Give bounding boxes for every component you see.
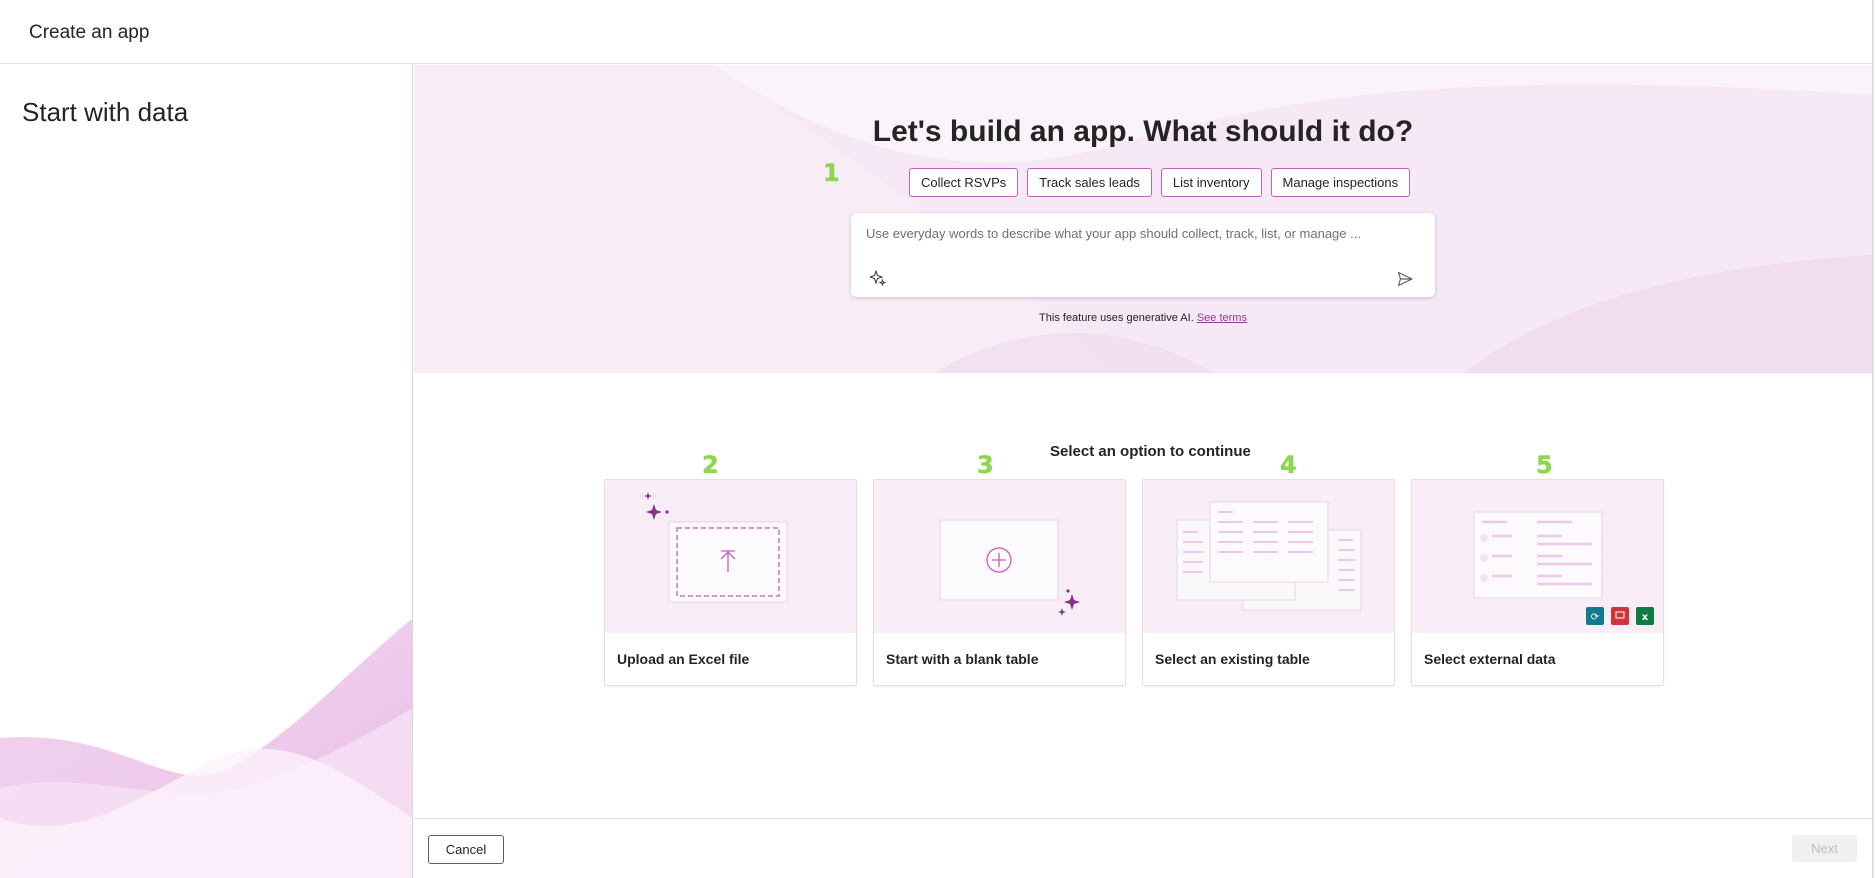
card-label: Select external data: [1424, 651, 1556, 667]
sparkle-icon[interactable]: [870, 270, 886, 286]
prompt-placeholder: Use everyday words to describe what your…: [866, 226, 1361, 241]
external-data-icon: ⟳ x: [1473, 511, 1654, 625]
options-heading: Select an option to continue: [1050, 443, 1251, 460]
upload-icon: [644, 492, 788, 603]
external-data-illustration: ⟳ x: [1412, 480, 1663, 633]
svg-text:x: x: [1642, 612, 1649, 623]
marker-5: 5: [1536, 451, 1553, 479]
marker-1: 1: [823, 159, 840, 187]
card-upload-excel[interactable]: Upload an Excel file: [604, 479, 857, 686]
hero-heading: Let's build an app. What should it do?: [872, 115, 1414, 148]
suggestion-list-inventory[interactable]: List inventory: [1160, 168, 1262, 197]
hero-section: Let's build an app. What should it do? C…: [414, 65, 1872, 373]
card-label: Select an existing table: [1155, 651, 1310, 667]
left-panel: Start with data: [0, 65, 413, 878]
tables-icon: [1176, 501, 1362, 611]
blank-table-illustration: [874, 480, 1125, 633]
marker-3: 3: [977, 451, 994, 479]
card-external-data[interactable]: ⟳ x Select external data: [1411, 479, 1664, 686]
suggestion-manage-inspections[interactable]: Manage inspections: [1270, 168, 1411, 197]
decorative-waves: [0, 618, 412, 878]
window-title: Create an app: [29, 22, 150, 43]
left-panel-heading: Start with data: [22, 97, 189, 127]
suggestion-chips: Collect RSVPs Track sales leads List inv…: [909, 168, 1411, 197]
title-bar: Create an app: [0, 0, 1872, 64]
prompt-input[interactable]: Use everyday words to describe what your…: [851, 213, 1435, 297]
svg-text:⟳: ⟳: [1591, 612, 1600, 623]
footer-bar: Cancel Next: [414, 818, 1872, 878]
upload-illustration: [605, 480, 856, 633]
ai-notice-text: This feature uses generative AI.: [1039, 312, 1194, 324]
cancel-button[interactable]: Cancel: [428, 835, 504, 864]
card-blank-table[interactable]: Start with a blank table: [873, 479, 1126, 686]
next-button[interactable]: Next: [1792, 835, 1857, 862]
marker-2: 2: [702, 451, 719, 479]
add-circle-icon: [939, 519, 1080, 616]
marker-4: 4: [1280, 451, 1297, 479]
card-existing-table[interactable]: Select an existing table: [1142, 479, 1395, 686]
send-icon[interactable]: [1397, 271, 1413, 287]
existing-table-illustration: [1143, 480, 1394, 633]
card-label: Upload an Excel file: [617, 651, 750, 667]
ai-notice: This feature uses generative AI. See ter…: [414, 312, 1872, 324]
suggestion-collect-rsvps[interactable]: Collect RSVPs: [909, 168, 1019, 197]
card-label: Start with a blank table: [886, 651, 1039, 667]
suggestion-track-sales-leads[interactable]: Track sales leads: [1027, 168, 1152, 197]
see-terms-link[interactable]: See terms: [1197, 312, 1247, 324]
